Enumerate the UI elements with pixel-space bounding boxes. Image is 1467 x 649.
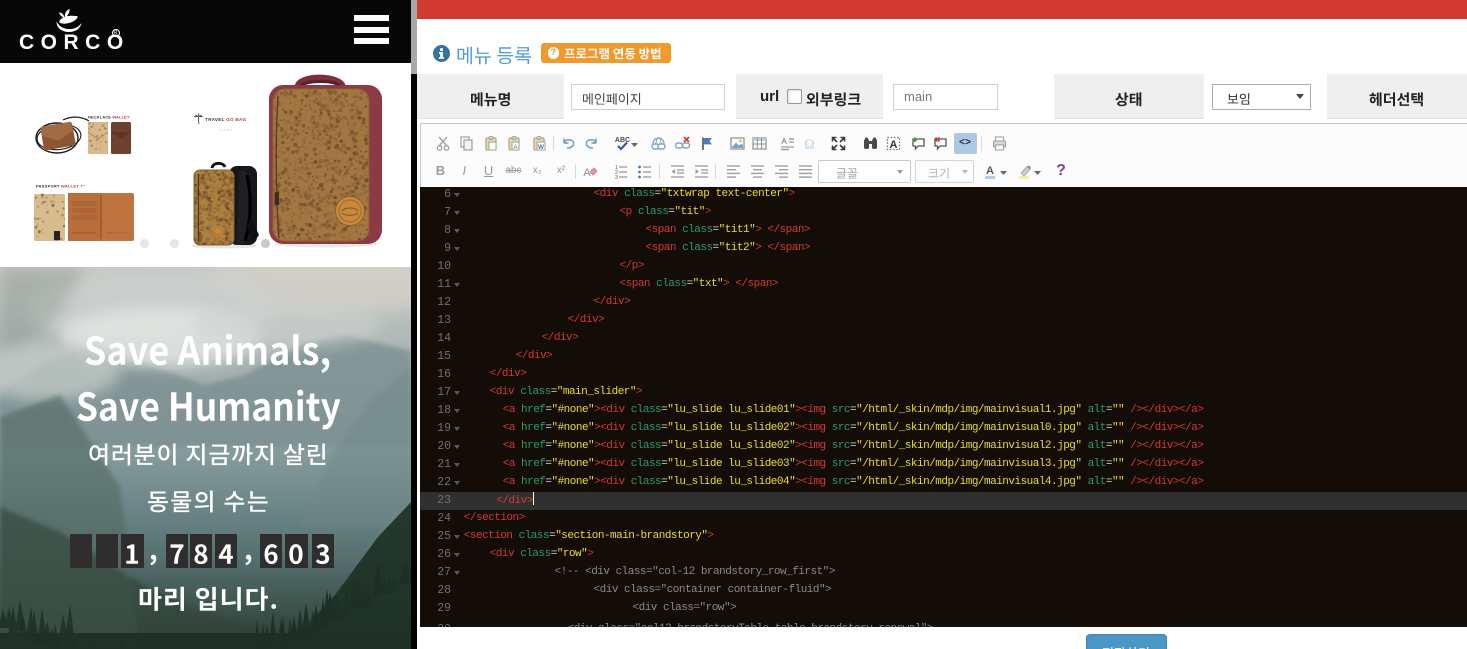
svg-text:3: 3	[615, 175, 618, 180]
svg-text:W: W	[538, 144, 545, 151]
svg-text:A: A	[514, 144, 519, 151]
svg-text:A: A	[583, 167, 591, 179]
svg-text:A: A	[781, 137, 787, 146]
svg-text:Ω: Ω	[804, 137, 814, 152]
svg-text:A: A	[890, 139, 898, 151]
svg-text:A: A	[986, 165, 994, 177]
